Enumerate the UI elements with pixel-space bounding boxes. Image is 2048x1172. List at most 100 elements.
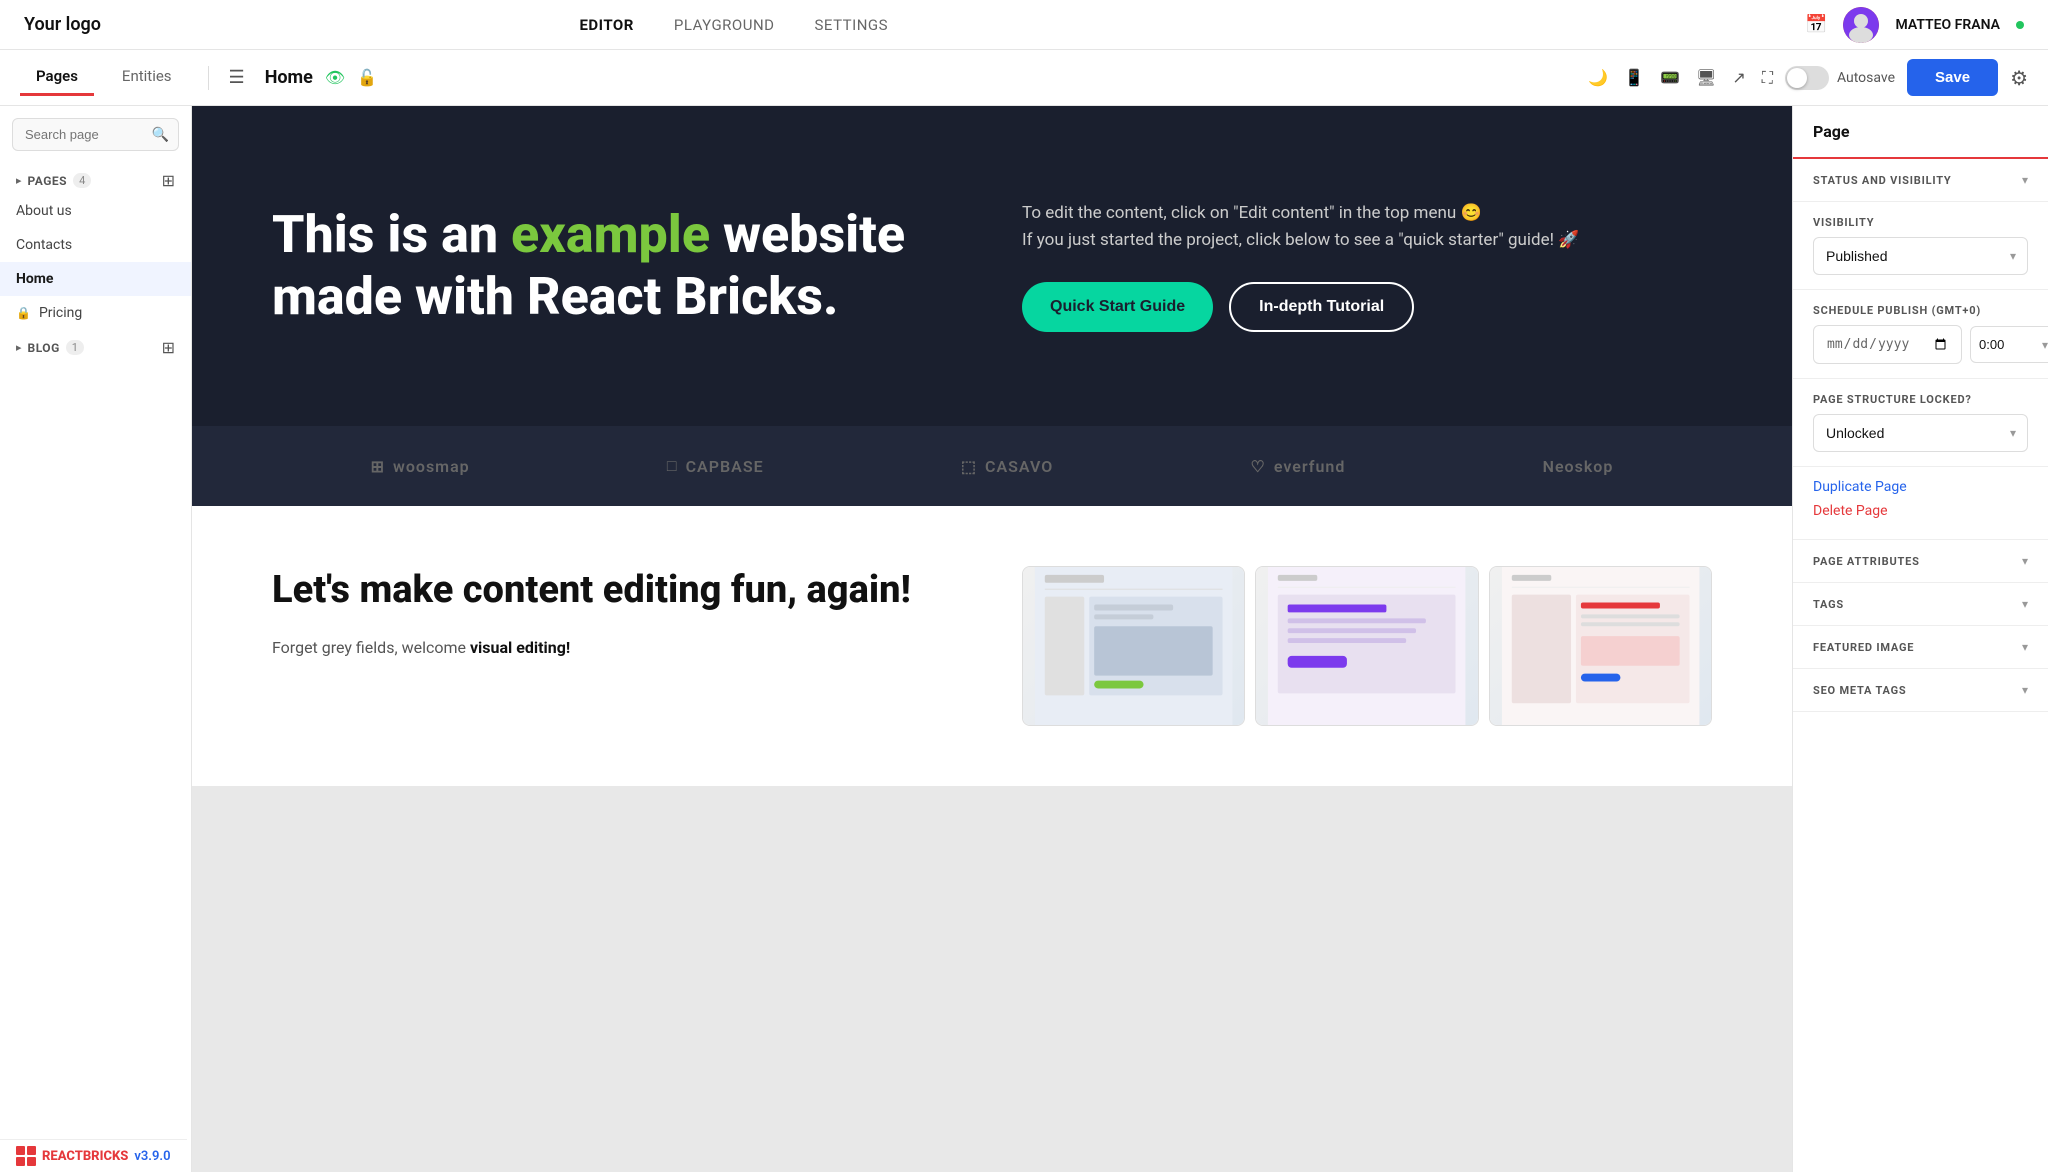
eye-icon[interactable]: 👁 bbox=[325, 68, 345, 87]
share-icon[interactable]: ↗ bbox=[1732, 68, 1745, 87]
lock-icon[interactable]: 🔓 bbox=[357, 68, 377, 87]
woosmap-name: woosmap bbox=[393, 457, 470, 476]
blog-header[interactable]: BLOG 1 ⊞ bbox=[0, 330, 191, 361]
structure-select[interactable]: Unlocked Locked bbox=[1813, 414, 2028, 452]
featured-image-label: FEATURED IMAGE bbox=[1813, 641, 1914, 654]
calendar-icon[interactable]: 📅 bbox=[1805, 14, 1827, 35]
content-title: Let's make content editing fun, again! bbox=[272, 566, 962, 615]
nav-editor[interactable]: EDITOR bbox=[579, 16, 633, 34]
mobile-icon[interactable]: 📱 bbox=[1624, 68, 1644, 87]
hero-desc: To edit the content, click on "Edit cont… bbox=[1022, 200, 1712, 254]
avatar bbox=[1843, 7, 1879, 43]
capbase-name: CAPBASE bbox=[686, 457, 764, 476]
schedule-field: SCHEDULE PUBLISH (GMT+0) 0:00 1:00 12:00 bbox=[1793, 290, 2048, 379]
page-attributes-label: PAGE ATTRIBUTES bbox=[1813, 555, 1920, 568]
woosmap-symbol: ⊞ bbox=[371, 457, 385, 476]
logo-casavo: ⬚ CASAVO bbox=[961, 457, 1053, 476]
status-visibility-header[interactable]: STATUS AND VISIBILITY bbox=[1793, 159, 2048, 202]
visibility-select[interactable]: Published Draft Private bbox=[1813, 237, 2028, 275]
add-page-button[interactable]: ⊞ bbox=[162, 171, 175, 190]
delete-page-button[interactable]: Delete Page bbox=[1813, 499, 2028, 523]
tablet-icon[interactable]: 📟 bbox=[1660, 68, 1680, 87]
sidebar-item-pricing[interactable]: 🔒 Pricing bbox=[0, 296, 191, 330]
tags-chevron-icon bbox=[2022, 597, 2028, 611]
hamburger-icon[interactable]: ☰ bbox=[229, 67, 245, 88]
moon-icon[interactable]: 🌙 bbox=[1588, 68, 1608, 87]
visibility-label: VISIBILITY bbox=[1813, 216, 2028, 229]
logo-woosmap: ⊞ woosmap bbox=[371, 457, 470, 476]
hero-section: This is an example website made with Rea… bbox=[192, 106, 1792, 426]
hero-right: To edit the content, click on "Edit cont… bbox=[1022, 200, 1712, 332]
tags-label: TAGS bbox=[1813, 598, 1844, 611]
pages-chevron-icon[interactable] bbox=[16, 174, 22, 187]
search-box: 🔍 bbox=[12, 118, 179, 151]
sidebar: 🔍 PAGES 4 ⊞ About us Contacts Home 🔒 Pri… bbox=[0, 106, 192, 1172]
pages-label: PAGES bbox=[28, 174, 68, 188]
schedule-row: 0:00 1:00 12:00 bbox=[1813, 325, 2028, 364]
pages-count: 4 bbox=[73, 173, 91, 188]
online-indicator bbox=[2016, 21, 2024, 29]
logos-strip: ⊞ woosmap □ CAPBASE ⬚ CASAVO ♡ everfund … bbox=[192, 426, 1792, 506]
toggle-thumb bbox=[1787, 68, 1807, 88]
hero-title-highlight: example bbox=[511, 204, 710, 265]
pricing-lock-icon: 🔒 bbox=[16, 306, 31, 320]
reactbricks-brand: REACTBRICKS bbox=[42, 1149, 128, 1164]
sidebar-item-contacts[interactable]: Contacts bbox=[0, 228, 191, 262]
save-button[interactable]: Save bbox=[1907, 59, 1998, 96]
blog-label: BLOG bbox=[28, 341, 60, 355]
sidebar-item-about[interactable]: About us bbox=[0, 194, 191, 228]
everfund-symbol: ♡ bbox=[1251, 457, 1266, 476]
time-select-wrapper: 0:00 1:00 12:00 bbox=[1970, 326, 2048, 363]
logo-neoskop: Neoskop bbox=[1543, 457, 1614, 476]
hero-desc-line2: If you just started the project, click b… bbox=[1022, 227, 1712, 254]
everfund-name: everfund bbox=[1274, 457, 1346, 476]
seo-meta-tags-label: SEO META TAGS bbox=[1813, 684, 1907, 697]
tags-header[interactable]: TAGS bbox=[1793, 583, 2048, 626]
featured-image-header[interactable]: FEATURED IMAGE bbox=[1793, 626, 2048, 669]
right-panel: Page STATUS AND VISIBILITY VISIBILITY Pu… bbox=[1792, 106, 2048, 1172]
autosave-toggle[interactable]: Autosave bbox=[1785, 66, 1895, 90]
sidebar-item-home[interactable]: Home bbox=[0, 262, 191, 296]
hero-desc-line1: To edit the content, click on "Edit cont… bbox=[1022, 200, 1712, 227]
duplicate-page-button[interactable]: Duplicate Page bbox=[1813, 475, 2028, 499]
tab-pages[interactable]: Pages bbox=[20, 59, 94, 96]
content-section: Let's make content editing fun, again! F… bbox=[192, 506, 1792, 786]
tutorial-button[interactable]: In-depth Tutorial bbox=[1229, 282, 1414, 332]
about-label: About us bbox=[16, 203, 72, 219]
page-attributes-header[interactable]: PAGE ATTRIBUTES bbox=[1793, 540, 2048, 583]
settings-icon[interactable]: ⚙ bbox=[2010, 66, 2028, 90]
main-layout: 🔍 PAGES 4 ⊞ About us Contacts Home 🔒 Pri… bbox=[0, 106, 2048, 1172]
add-blog-button[interactable]: ⊞ bbox=[162, 338, 175, 357]
toolbar-separator bbox=[208, 66, 209, 90]
panel-header: Page bbox=[1793, 106, 2048, 159]
content-area: This is an example website made with Rea… bbox=[192, 106, 1792, 1172]
hero-buttons: Quick Start Guide In-depth Tutorial bbox=[1022, 282, 1712, 332]
seo-meta-tags-header[interactable]: SEO META TAGS bbox=[1793, 669, 2048, 712]
top-nav: Your logo EDITOR PLAYGROUND SETTINGS 📅 M… bbox=[0, 0, 2048, 50]
content-screenshots bbox=[1022, 566, 1712, 726]
reactbricks-version: v3.9.0 bbox=[134, 1149, 170, 1164]
toggle-track[interactable] bbox=[1785, 66, 1829, 90]
contacts-label: Contacts bbox=[16, 237, 72, 253]
screenshot-inner-2 bbox=[1256, 567, 1477, 725]
capbase-symbol: □ bbox=[667, 456, 678, 476]
screenshot-inner-3 bbox=[1490, 567, 1711, 725]
structure-field: PAGE STRUCTURE LOCKED? Unlocked Locked bbox=[1793, 379, 2048, 467]
nav-playground[interactable]: PLAYGROUND bbox=[674, 16, 775, 34]
fullscreen-icon[interactable]: ⛶ bbox=[1762, 68, 1773, 88]
structure-select-wrapper: Unlocked Locked bbox=[1813, 414, 2028, 452]
home-label: Home bbox=[16, 271, 53, 287]
reactbricks-bar: REACTBRICKS v3.9.0 bbox=[0, 1139, 187, 1172]
time-select[interactable]: 0:00 1:00 12:00 bbox=[1970, 326, 2048, 363]
pages-header: PAGES 4 ⊞ bbox=[0, 163, 191, 194]
quick-start-button[interactable]: Quick Start Guide bbox=[1022, 282, 1213, 332]
screenshot-2 bbox=[1255, 566, 1478, 726]
desktop-icon[interactable]: 🖥 bbox=[1696, 68, 1716, 87]
casavo-symbol: ⬚ bbox=[961, 457, 977, 476]
date-input[interactable] bbox=[1813, 325, 1962, 364]
reactbricks-logo-icon bbox=[16, 1146, 36, 1166]
blog-count: 1 bbox=[66, 340, 84, 355]
hero-title: This is an example website made with Rea… bbox=[272, 204, 962, 329]
tab-entities[interactable]: Entities bbox=[106, 59, 188, 96]
nav-settings[interactable]: SETTINGS bbox=[815, 16, 889, 34]
